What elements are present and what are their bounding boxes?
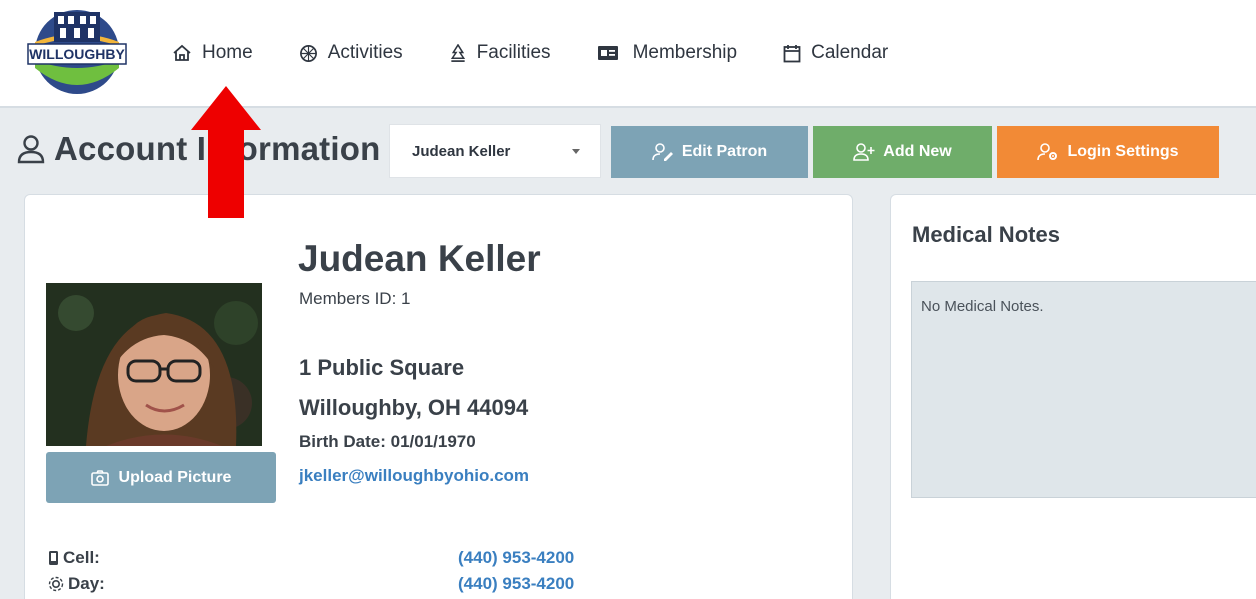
- nav-facilities-label: Facilities: [476, 42, 551, 63]
- add-new-label: Add New: [883, 143, 952, 160]
- medical-notes-text: No Medical Notes.: [921, 298, 1044, 315]
- camera-icon: [90, 469, 109, 486]
- medical-notes-box: No Medical Notes.: [911, 281, 1256, 498]
- chevron-down-icon: [572, 149, 580, 154]
- cell-phone-link[interactable]: (440) 953-4200: [458, 548, 574, 568]
- medical-notes-title: Medical Notes: [912, 222, 1060, 247]
- nav-calendar-label: Calendar: [811, 42, 889, 63]
- patron-name: Judean Keller: [298, 238, 541, 279]
- home-icon: [173, 44, 191, 61]
- cell-label: Cell:: [63, 548, 100, 567]
- login-settings-button[interactable]: Login Settings: [997, 126, 1219, 178]
- user-settings-icon: [1037, 143, 1058, 161]
- mobile-phone-icon: [49, 551, 58, 565]
- patron-select-value: Judean Keller: [412, 142, 511, 160]
- patron-select[interactable]: Judean Keller: [389, 124, 601, 178]
- day-label: Day:: [68, 574, 105, 593]
- address-line-1: 1 Public Square: [299, 355, 465, 380]
- calendar-icon: [783, 44, 801, 62]
- edit-user-icon: [652, 143, 673, 161]
- nav-activities[interactable]: Activities: [299, 42, 403, 64]
- activities-icon: [299, 44, 317, 62]
- address-line-2: Willoughby, OH 44094: [299, 395, 529, 420]
- patron-photo: [46, 283, 262, 446]
- top-navigation-bar: WILLOUGHBY Home Activities Facilities Me…: [0, 0, 1256, 108]
- add-user-icon: [853, 143, 875, 161]
- member-id: Members ID: 1: [299, 289, 411, 308]
- nav-calendar[interactable]: Calendar: [783, 42, 888, 64]
- edit-patron-label: Edit Patron: [681, 143, 768, 160]
- login-settings-label: Login Settings: [1067, 143, 1179, 160]
- email-link[interactable]: jkeller@willoughbyohio.com: [299, 466, 529, 486]
- facilities-icon: [450, 43, 465, 62]
- nav-home[interactable]: Home: [172, 42, 253, 64]
- nav-membership[interactable]: Membership: [597, 42, 738, 64]
- nav-home-label: Home: [202, 42, 253, 63]
- membership-card-icon: [597, 46, 618, 60]
- logo-text: WILLOUGHBY: [29, 46, 125, 62]
- nav-activities-label: Activities: [327, 42, 403, 63]
- annotation-arrow: [191, 86, 261, 218]
- birth-date: Birth Date: 01/01/1970: [299, 432, 476, 451]
- edit-patron-button[interactable]: Edit Patron: [611, 126, 808, 178]
- main-nav: Home Activities Facilities Membership Ca…: [172, 42, 934, 64]
- day-phone-label-row: Day:: [48, 574, 105, 594]
- add-new-button[interactable]: Add New: [813, 126, 992, 178]
- nav-facilities[interactable]: Facilities: [449, 42, 551, 64]
- upload-picture-button[interactable]: Upload Picture: [46, 452, 276, 503]
- nav-membership-label: Membership: [632, 42, 738, 63]
- cell-phone-label-row: Cell:: [48, 548, 100, 568]
- willoughby-logo[interactable]: WILLOUGHBY: [24, 6, 130, 96]
- user-icon: [17, 135, 45, 164]
- day-phone-link[interactable]: (440) 953-4200: [458, 574, 574, 594]
- day-icon: [48, 576, 64, 592]
- upload-picture-label: Upload Picture: [118, 468, 232, 486]
